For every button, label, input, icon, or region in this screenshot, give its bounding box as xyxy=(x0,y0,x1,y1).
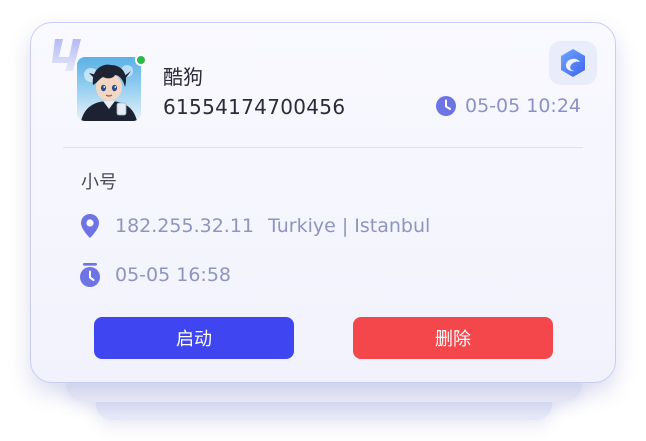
hexagon-logo-icon[interactable] xyxy=(549,41,597,85)
account-card-stage: 酷狗 61554174700456 05-05 10:24 小号 182.255… xyxy=(0,0,646,441)
location-pin-icon xyxy=(81,214,99,238)
start-button[interactable]: 启动 xyxy=(94,317,294,359)
account-name: 酷狗 xyxy=(163,65,203,89)
avatar[interactable] xyxy=(77,57,141,121)
avatar-image xyxy=(81,64,137,121)
last-login-time-text: 05-05 10:24 xyxy=(465,95,582,117)
ip-address: 182.255.32.11 xyxy=(115,215,255,237)
created-date-text: 05-05 16:58 xyxy=(115,264,232,286)
clock-icon xyxy=(436,96,456,116)
account-card: 酷狗 61554174700456 05-05 10:24 小号 182.255… xyxy=(30,22,616,383)
account-tag: 小号 xyxy=(81,172,117,193)
delete-button[interactable]: 删除 xyxy=(353,317,553,359)
created-date-row: 05-05 16:58 xyxy=(77,262,231,288)
last-login-time: 05-05 10:24 xyxy=(435,95,581,117)
ip-location-row: 182.255.32.11 Turkiye | Istanbul xyxy=(77,213,430,239)
divider xyxy=(63,147,583,148)
timer-icon xyxy=(80,263,100,287)
online-status-dot xyxy=(135,54,147,66)
account-id: 61554174700456 xyxy=(163,95,346,119)
location-text: Turkiye | Istanbul xyxy=(268,215,431,237)
